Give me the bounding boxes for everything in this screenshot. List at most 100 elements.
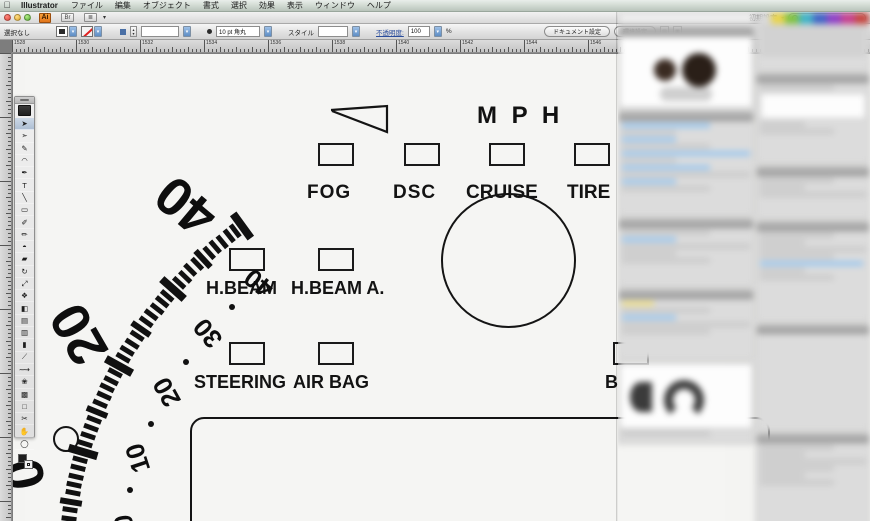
ruler-label: 1530 xyxy=(78,40,90,46)
document-setup-button[interactable]: ドキュメント設定 xyxy=(543,26,610,37)
stroke-weight-stepper[interactable]: ▴ ▾ xyxy=(130,26,137,37)
opacity-caret-icon[interactable]: ▾ xyxy=(433,26,442,37)
menu-item-edit[interactable]: 編集 xyxy=(109,0,137,11)
ruler-tick xyxy=(8,481,11,482)
graphic-style-caret-icon[interactable]: ▾ xyxy=(352,26,360,37)
fill-caret-icon[interactable]: ▾ xyxy=(69,26,77,37)
stroke-swatch[interactable] xyxy=(81,26,93,37)
menu-item-type[interactable]: 書式 xyxy=(197,0,225,11)
arrange-caret-icon[interactable]: ▾ xyxy=(103,14,106,21)
ruler-tick xyxy=(8,205,11,206)
ruler-tick xyxy=(356,49,357,52)
width-tool[interactable]: ❖ xyxy=(15,290,34,303)
tools-panel[interactable]: ➤ ➣ ✎ ◠ ✒ T ╲ ▭ ✐ ✏ ◓ ▰ ↻ ⤢ ❖ ◧ ▤ ▥ ▮ ⟋ ⟿ ❀ ▩ □ ✂ ✋ ◯ xyxy=(14,96,35,470)
ruler-tick xyxy=(6,149,11,150)
ruler-tick xyxy=(404,49,405,52)
fill-control[interactable]: ▾ xyxy=(56,26,77,37)
ruler-tick xyxy=(376,49,377,52)
ruler-tick xyxy=(140,40,141,52)
magic-wand-tool[interactable]: ✎ xyxy=(15,143,34,155)
illustrator-icon[interactable]: Ai xyxy=(39,12,51,23)
ruler-tick xyxy=(556,47,557,52)
lasso-tool[interactable]: ◠ xyxy=(15,155,34,168)
ruler-tick xyxy=(124,47,125,52)
ruler-tick xyxy=(228,49,229,52)
arrange-documents-icon[interactable]: ≣ xyxy=(84,13,97,22)
panel-column-right[interactable] xyxy=(756,12,870,521)
panel-appearance[interactable] xyxy=(618,218,754,287)
slice-tool[interactable]: ✂ xyxy=(15,413,34,426)
zoom-tool[interactable]: ◯ xyxy=(15,438,34,451)
shape-builder-tool[interactable]: ◧ xyxy=(15,302,34,315)
eyedropper-tool[interactable]: ⟋ xyxy=(15,352,34,364)
rectangle-tool[interactable]: ▭ xyxy=(15,204,34,217)
pen-tool[interactable]: ✒ xyxy=(15,167,34,180)
ruler-tick xyxy=(236,47,237,52)
menu-item-illustrator[interactable]: Illustrator xyxy=(14,1,65,10)
menu-item-object[interactable]: オブジェクト xyxy=(137,0,197,11)
panel-symbol-preview[interactable] xyxy=(618,362,754,444)
panel-layers[interactable] xyxy=(618,289,754,360)
close-button[interactable] xyxy=(4,14,11,21)
blend-tool[interactable]: ⟿ xyxy=(15,364,34,377)
mesh-tool[interactable]: ▥ xyxy=(15,327,34,340)
selection-tool[interactable]: ➤ xyxy=(15,118,34,131)
panel-color-spectrum[interactable] xyxy=(756,12,870,71)
rotate-tool[interactable]: ↻ xyxy=(15,266,34,278)
graphic-style-input[interactable] xyxy=(318,26,348,37)
opacity-label[interactable]: 不透明度: xyxy=(376,27,404,37)
bridge-icon[interactable]: Br xyxy=(61,13,74,22)
panel-column-left[interactable] xyxy=(618,12,754,446)
line-segment-tool[interactable]: ╲ xyxy=(15,192,34,205)
color-spectrum-bar[interactable] xyxy=(757,13,869,24)
paintbrush-tool[interactable]: ✐ xyxy=(15,216,34,229)
opacity-input[interactable]: 100 xyxy=(407,26,430,37)
tools-panel-grip[interactable] xyxy=(15,97,34,104)
pencil-tool[interactable]: ✏ xyxy=(15,229,34,241)
brush-definition-input[interactable]: 10 pt 角丸 xyxy=(216,26,260,37)
brush-definition-caret-icon[interactable]: ▾ xyxy=(264,26,272,37)
symbol-sprayer-tool[interactable]: ❀ xyxy=(15,376,34,389)
eraser-tool[interactable]: ▰ xyxy=(15,253,34,266)
column-graph-tool[interactable]: ▩ xyxy=(15,389,34,401)
ruler-tick xyxy=(8,145,11,146)
stroke-caret-icon[interactable]: ▾ xyxy=(94,26,102,37)
stroke-weight-caret-icon[interactable]: ▾ xyxy=(183,26,191,37)
panel-dock[interactable] xyxy=(618,12,870,521)
menu-item-select[interactable]: 選択 xyxy=(225,0,253,11)
menu-item-view[interactable]: 表示 xyxy=(281,0,309,11)
type-tool[interactable]: T xyxy=(15,179,34,192)
stroke-weight-input[interactable] xyxy=(141,26,179,37)
ruler-tick xyxy=(6,197,11,198)
ruler-tick xyxy=(84,49,85,52)
ruler-tick xyxy=(444,47,445,52)
apple-logo-icon[interactable]:  xyxy=(0,0,14,11)
minimize-button[interactable] xyxy=(14,14,21,21)
panel-links[interactable] xyxy=(756,433,870,521)
direct-selection-tool[interactable]: ➣ xyxy=(15,130,34,143)
fill-swatch[interactable] xyxy=(56,26,68,37)
scale-tool[interactable]: ⤢ xyxy=(15,278,34,291)
gradient-tool[interactable]: ▮ xyxy=(15,339,34,352)
vertical-ruler[interactable] xyxy=(0,53,12,521)
panel-stroke-gradient[interactable] xyxy=(756,73,870,164)
stroke-control[interactable]: ▾ xyxy=(81,26,102,37)
hand-tool[interactable]: ✋ xyxy=(15,425,34,438)
ruler-tick xyxy=(0,245,11,246)
fill-stroke-swatches[interactable] xyxy=(15,452,34,472)
panel-graphic-styles[interactable] xyxy=(756,324,870,431)
menu-item-effect[interactable]: 効果 xyxy=(253,0,281,11)
menu-item-file[interactable]: ファイル xyxy=(65,0,109,11)
artboard-tool[interactable]: □ xyxy=(15,401,34,414)
blob-brush-tool[interactable]: ◓ xyxy=(15,241,34,254)
tools-panel-header-icon xyxy=(18,105,31,116)
perspective-grid-tool[interactable]: ▤ xyxy=(15,315,34,328)
menu-item-help[interactable]: ヘルプ xyxy=(361,0,397,11)
menu-item-window[interactable]: ウィンドウ xyxy=(309,0,361,11)
panel-transparency[interactable] xyxy=(756,166,870,219)
ruler-tick xyxy=(8,57,11,58)
tool-stroke-swatch[interactable] xyxy=(24,460,33,470)
panel-swatches[interactable] xyxy=(618,111,754,216)
panel-brushes[interactable] xyxy=(756,221,870,322)
zoom-button[interactable] xyxy=(24,14,31,21)
